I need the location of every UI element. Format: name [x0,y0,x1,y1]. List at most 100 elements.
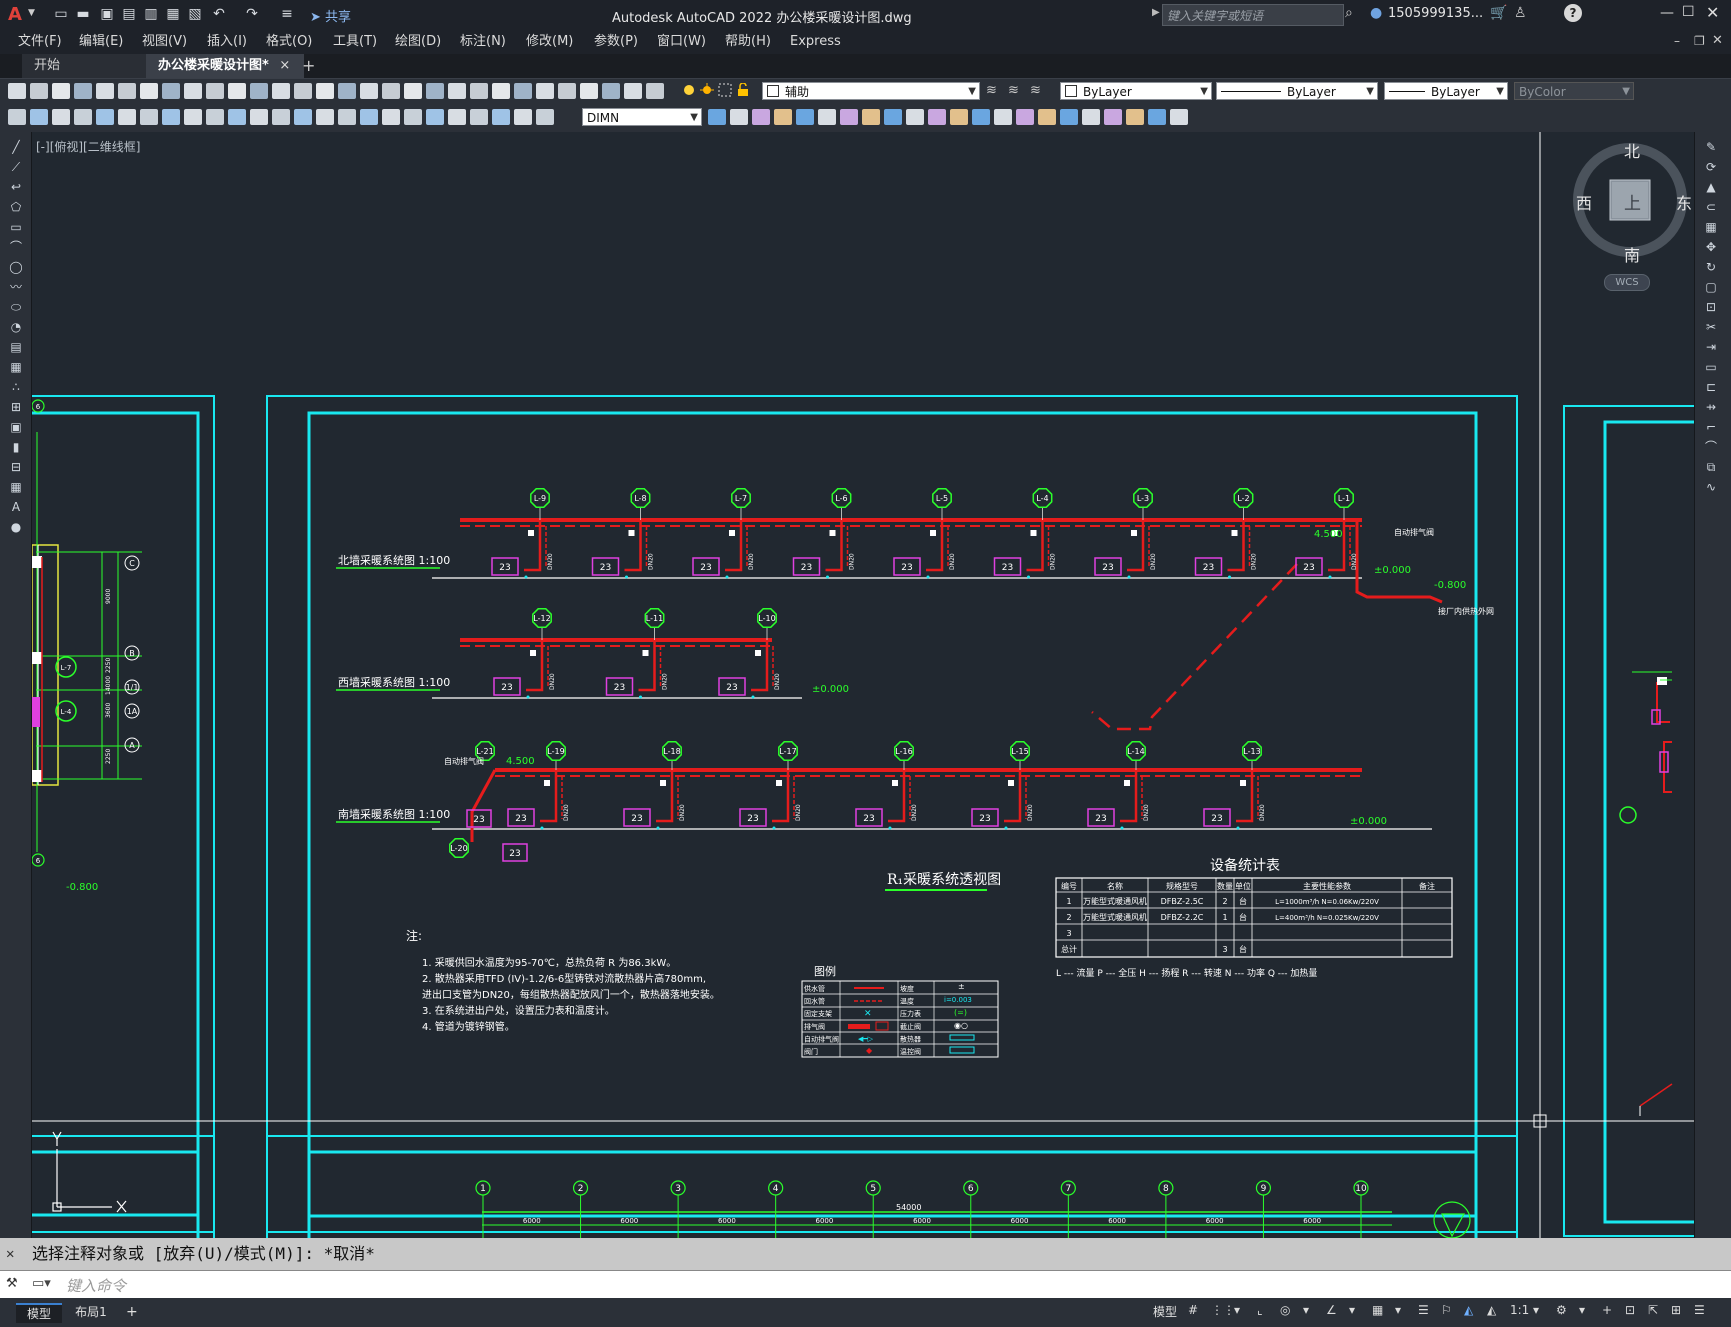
modify-tool-icon-14[interactable] [994,109,1012,125]
standard-tool-icon-8[interactable] [162,83,180,99]
modify-tool-icon-20[interactable] [1126,109,1144,125]
draw-tool-icon-4[interactable]: ⬠ [8,200,24,214]
dimension-tool-icon-1[interactable] [8,109,26,125]
redo-icon[interactable]: ↷ [243,5,261,23]
modify-tool-icon-6[interactable] [818,109,836,125]
menu-parametric[interactable]: 参数(P) [594,30,638,54]
modify-tool-icon-5[interactable]: ▦ [1703,220,1719,234]
status-toggle-10[interactable]: ▾ [1395,1303,1401,1317]
status-toggle-20[interactable]: ⊡ [1625,1303,1635,1317]
draw-tool-icon-13[interactable]: ∴ [8,380,24,394]
dimension-tool-icon-9[interactable] [184,109,202,125]
standard-tool-icon-26[interactable] [558,83,576,99]
modify-tool-icon-4[interactable] [774,109,792,125]
standard-tool-icon-9[interactable] [184,83,202,99]
tab-layout1[interactable]: 布局1 [68,1303,114,1321]
draw-tool-icon-9[interactable]: ⬭ [8,300,24,314]
dimension-tool-icon-15[interactable] [316,109,334,125]
modify-tool-icon-17[interactable] [1060,109,1078,125]
doc-minimize-icon[interactable]: – [1674,34,1680,48]
standard-tool-icon-13[interactable] [272,83,290,99]
standard-tool-icon-27[interactable] [580,83,598,99]
menu-insert[interactable]: 插入(I) [207,30,247,54]
add-layout-button[interactable]: + [126,1303,138,1321]
layer-previous-icon[interactable]: ≋ [1008,83,1024,99]
standard-tool-icon-30[interactable] [646,83,664,99]
layer-dropdown[interactable]: 辅助 ▼ [762,82,980,100]
modify-tool-icon-11[interactable]: ⇥ [1703,340,1719,354]
status-toggle-5[interactable]: ◎ [1280,1303,1290,1317]
modify-tool-icon-17[interactable]: ⧉ [1703,460,1719,474]
modify-tool-icon-16[interactable] [1038,109,1056,125]
menu-dimension[interactable]: 标注(N) [460,30,506,54]
app-menu-chevron-icon[interactable]: ▼ [28,8,35,18]
user-icon[interactable]: ● [1370,5,1382,21]
close-window-icon[interactable]: ✕ [1706,3,1719,22]
status-toggle-19[interactable]: + [1602,1303,1612,1317]
standard-tool-icon-16[interactable] [338,83,356,99]
save-icon[interactable]: ▣ [98,5,116,23]
dimension-tool-icon-5[interactable] [96,109,114,125]
menu-edit[interactable]: 编辑(E) [79,30,123,54]
standard-tool-icon-21[interactable] [448,83,466,99]
dimension-tool-icon-16[interactable] [338,109,356,125]
standard-tool-icon-22[interactable] [470,83,488,99]
modify-tool-icon-6[interactable]: ✥ [1703,240,1719,254]
standard-tool-icon-4[interactable] [74,83,92,99]
standard-tool-icon-23[interactable] [492,83,510,99]
viewcube-west[interactable]: 西 [1576,190,1592,214]
menu-format[interactable]: 格式(O) [266,30,312,54]
draw-tool-icon-16[interactable]: ▮ [8,440,24,454]
open-file-icon[interactable]: ▬ [74,5,92,23]
dimension-tool-icon-19[interactable] [404,109,422,125]
modify-tool-icon-14[interactable]: ⇸ [1703,400,1719,414]
drawing-canvas[interactable]: [-][俯视][二维线框] L-9 23 DN20 L-8 23 DN20 L-… [32,132,1694,1238]
layer-on-icon[interactable] [682,83,696,97]
draw-tool-icon-17[interactable]: ⊟ [8,460,24,474]
command-close-icon[interactable]: ✕ [6,1238,14,1270]
dimension-tool-icon-17[interactable] [360,109,378,125]
modify-tool-icon-2[interactable]: ⟳ [1703,160,1719,174]
dimension-tool-icon-23[interactable] [492,109,510,125]
dimension-tool-icon-21[interactable] [448,109,466,125]
modify-tool-icon-3[interactable]: ▲ [1703,180,1719,194]
standard-tool-icon-19[interactable] [404,83,422,99]
wcs-menu-button[interactable]: WCS [1604,274,1650,291]
draw-tool-icon-14[interactable]: ⊞ [8,400,24,414]
store-cart-icon[interactable]: 🛒 [1490,5,1507,21]
status-toggle-9[interactable]: ▦ [1372,1303,1383,1317]
viewcube-north[interactable]: 北 [1624,138,1640,162]
undo-icon[interactable]: ↶ [210,5,228,23]
menu-file[interactable]: 文件(F) [18,30,62,54]
standard-tool-icon-28[interactable] [602,83,620,99]
menu-draw[interactable]: 绘图(D) [395,30,441,54]
dimension-tool-icon-6[interactable] [118,109,136,125]
modify-tool-icon-7[interactable]: ↻ [1703,260,1719,274]
modify-tool-icon-11[interactable] [928,109,946,125]
status-toggle-17[interactable]: ⚙ [1556,1303,1567,1317]
minimize-icon[interactable]: — [1660,5,1674,21]
save-web-icon[interactable]: ▦ [164,5,182,23]
viewcube-top-face[interactable]: 上 [1624,189,1641,214]
dimension-tool-icon-11[interactable] [228,109,246,125]
autocad-logo-icon[interactable]: A [8,4,22,25]
status-toggle-11[interactable]: ☰ [1418,1303,1429,1317]
modify-tool-icon-15[interactable]: ⌐ [1703,420,1719,434]
modify-tool-icon-19[interactable] [1104,109,1122,125]
menu-help[interactable]: 帮助(H) [725,30,771,54]
menu-tools[interactable]: 工具(T) [333,30,377,54]
draw-tool-icon-6[interactable]: ⌒ [8,240,24,254]
modify-tool-icon-3[interactable] [752,109,770,125]
recent-commands-icon[interactable]: ▭▾ [32,1276,51,1291]
modify-tool-icon-1[interactable]: ✎ [1703,140,1719,154]
standard-tool-icon-29[interactable] [624,83,642,99]
standard-tool-icon-1[interactable] [8,83,26,99]
draw-tool-icon-18[interactable]: ▦ [8,480,24,494]
draw-tool-icon-12[interactable]: ▦ [8,360,24,374]
modify-tool-icon-21[interactable] [1148,109,1166,125]
user-name[interactable]: 1505999135... [1388,6,1483,21]
modify-tool-icon-12[interactable] [950,109,968,125]
model-space-button[interactable]: 模型 [1153,1303,1177,1321]
dimension-tool-icon-3[interactable] [52,109,70,125]
modify-tool-icon-7[interactable] [840,109,858,125]
